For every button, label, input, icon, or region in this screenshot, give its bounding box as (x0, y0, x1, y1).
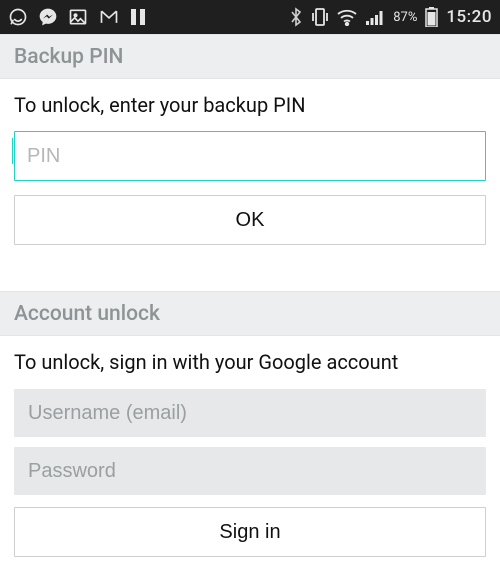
messenger-icon (38, 7, 58, 27)
clock: 15:20 (446, 7, 492, 27)
backup-pin-header: Backup PIN (0, 34, 500, 79)
wifi-icon (337, 8, 357, 26)
battery-icon (425, 7, 438, 27)
status-bar-left (8, 7, 146, 27)
battery-percentage: 87% (393, 10, 417, 25)
pin-input[interactable] (14, 131, 486, 181)
status-bar: 87% 15:20 (0, 0, 500, 34)
account-unlock-header: Account unlock (0, 291, 500, 336)
backup-pin-instruction: To unlock, enter your backup PIN (0, 79, 500, 127)
image-icon (68, 7, 88, 27)
signin-button[interactable]: Sign in (14, 507, 486, 557)
password-input[interactable] (14, 447, 486, 495)
signal-icon (365, 8, 385, 26)
ok-button[interactable]: OK (14, 195, 486, 245)
account-unlock-instruction: To unlock, sign in with your Google acco… (0, 336, 500, 384)
bluetooth-icon (289, 7, 303, 27)
username-input[interactable] (14, 389, 486, 437)
pause-icon (130, 8, 146, 26)
whatsapp-icon (8, 7, 28, 27)
mail-icon (98, 7, 120, 27)
vibrate-icon (311, 7, 329, 27)
status-bar-right: 87% 15:20 (289, 7, 492, 27)
